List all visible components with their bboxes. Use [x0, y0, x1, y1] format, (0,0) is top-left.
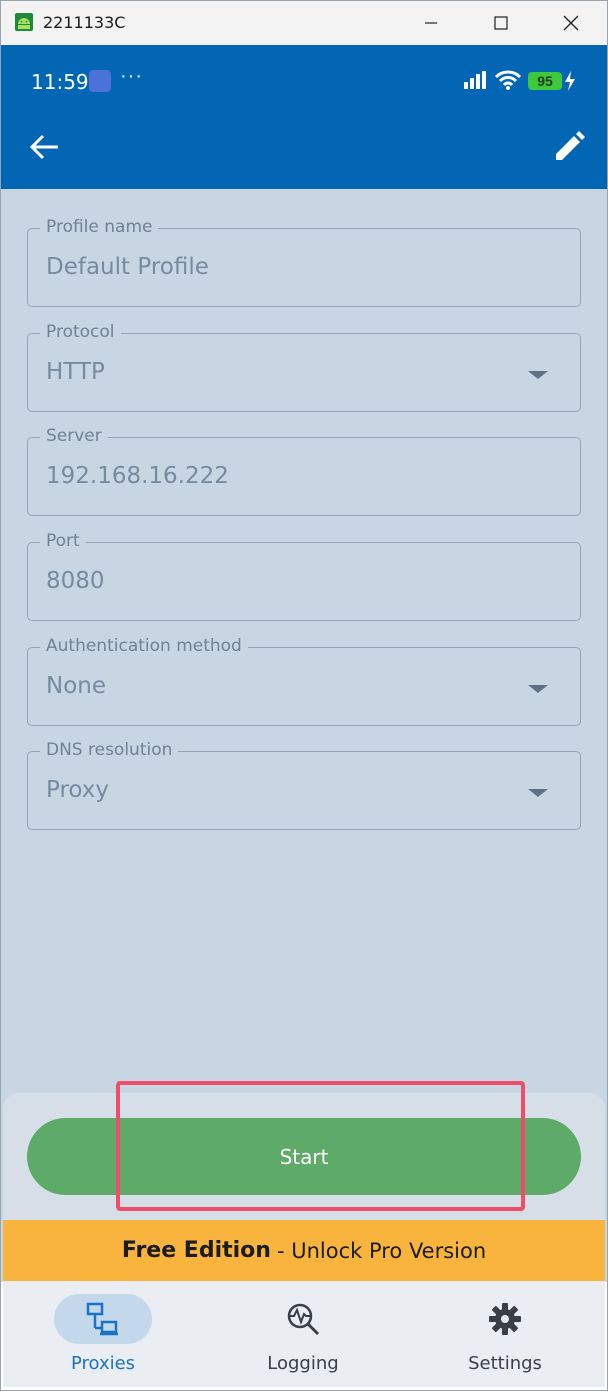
bottom-navigation: Proxies Logging Settings — [3, 1281, 605, 1387]
server-field[interactable]: Server 192.168.16.222 — [27, 426, 581, 516]
dns-resolution-label: DNS resolution — [40, 740, 179, 760]
battery-indicator: 95 — [528, 72, 562, 90]
edit-button[interactable] — [552, 130, 586, 164]
maximize-icon — [494, 15, 508, 30]
proxies-icon — [86, 1302, 118, 1336]
server-label: Server — [40, 426, 108, 446]
nav-item-logging[interactable]: Logging — [203, 1281, 403, 1387]
dropdown-arrow-icon — [528, 789, 548, 797]
protocol-label: Protocol — [40, 322, 121, 342]
logging-icon — [287, 1303, 320, 1336]
pencil-icon — [556, 131, 585, 160]
gear-icon — [489, 1303, 521, 1335]
dns-resolution-select[interactable]: DNS resolution Proxy — [27, 740, 581, 830]
close-button[interactable] — [536, 0, 606, 45]
port-value: 8080 — [46, 568, 105, 594]
window-title: 2211133C — [43, 13, 126, 32]
nav-item-proxies[interactable]: Proxies — [3, 1281, 203, 1387]
maximize-button[interactable] — [466, 0, 536, 45]
more-notifications-icon: ··· — [120, 65, 143, 87]
back-button[interactable] — [26, 131, 62, 163]
minimize-icon — [425, 21, 437, 24]
nav-label-settings: Settings — [468, 1353, 542, 1374]
port-field[interactable]: Port 8080 — [27, 531, 581, 621]
profile-name-field[interactable]: Profile name Default Profile — [27, 217, 581, 307]
nav-item-settings[interactable]: Settings — [405, 1281, 605, 1387]
minimize-button[interactable] — [396, 0, 466, 45]
start-button[interactable]: Start — [27, 1118, 581, 1195]
close-icon — [563, 15, 579, 30]
authentication-method-value: None — [46, 673, 107, 699]
dropdown-arrow-icon — [528, 371, 548, 379]
arrow-left-icon — [29, 134, 58, 160]
protocol-value: HTTP — [46, 359, 105, 385]
profile-name-value: Default Profile — [46, 254, 209, 280]
authentication-method-select[interactable]: Authentication method None — [27, 636, 581, 726]
dropdown-arrow-icon — [528, 685, 548, 693]
banner-subtitle: - Unlock Pro Version — [276, 1238, 487, 1263]
nav-label-logging: Logging — [267, 1353, 339, 1374]
authentication-method-label: Authentication method — [40, 636, 248, 656]
window-title-bar: 2211133C — [0, 0, 608, 45]
port-label: Port — [40, 531, 86, 551]
signal-icon — [464, 71, 486, 89]
wifi-icon — [494, 70, 522, 90]
nav-label-proxies: Proxies — [70, 1353, 136, 1374]
status-time: 11:59 — [31, 70, 89, 94]
server-value: 192.168.16.222 — [46, 463, 229, 489]
free-edition-banner[interactable]: Free Edition - Unlock Pro Version — [3, 1220, 605, 1281]
app-bar: 11:59 ··· 95 — [0, 45, 608, 189]
notification-app-icon — [89, 70, 111, 92]
dns-resolution-value: Proxy — [46, 777, 110, 803]
protocol-select[interactable]: Protocol HTTP — [27, 322, 581, 412]
banner-title: Free Edition — [121, 1238, 271, 1263]
profile-name-label: Profile name — [40, 217, 159, 237]
android-app-icon — [15, 13, 33, 31]
charging-icon — [565, 71, 575, 91]
